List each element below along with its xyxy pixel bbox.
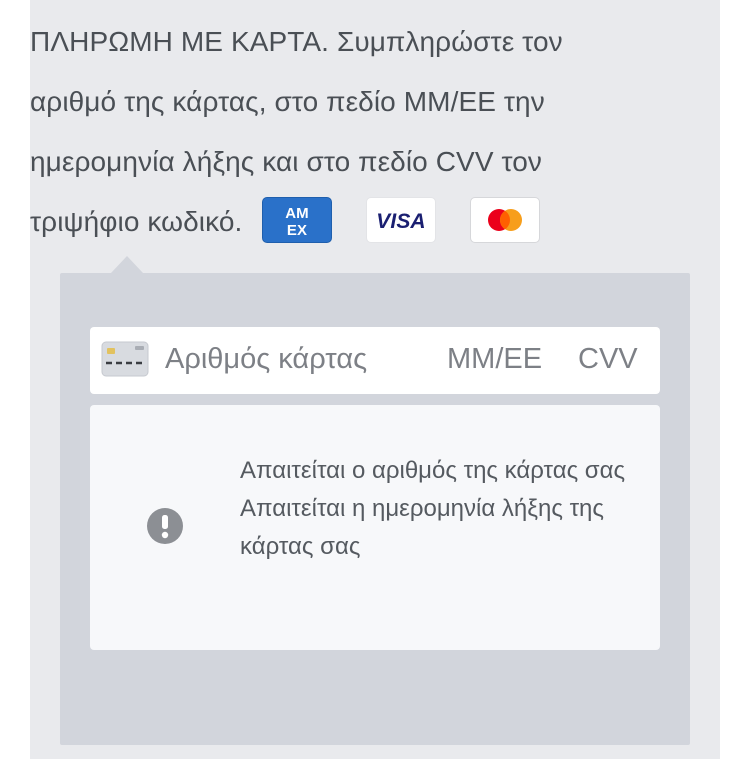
exclamation-circle-icon	[147, 508, 183, 549]
amex-logo-text-top: AM	[286, 205, 310, 222]
error-expiry-required: Απαιτείται η ημερομηνία λήξης της κάρτας…	[240, 495, 604, 560]
amex-logo-icon: AM EX	[262, 196, 333, 243]
amex-logo-text-bottom: EX	[287, 222, 307, 238]
visa-logo-text: VISA	[377, 210, 426, 232]
error-message-box: Απαιτείται ο αριθμός της κάρτας σας Απαι…	[90, 405, 660, 650]
expiry-date-field[interactable]: ΜΜ/ΕΕ	[447, 343, 542, 376]
card-number-field[interactable]: Αριθμός κάρτας	[165, 343, 367, 376]
accepted-cards: AM EX VISA	[262, 196, 541, 243]
visa-logo-icon: VISA	[366, 196, 437, 243]
credit-card-icon	[101, 341, 149, 382]
cvv-field[interactable]: CVV	[578, 343, 638, 376]
error-messages: Απαιτείται ο αριθμός της κάρτας σας Απαι…	[240, 452, 635, 566]
card-details-input[interactable]: Αριθμός κάρτας ΜΜ/ΕΕ CVV	[90, 327, 660, 394]
payment-instructions: ΠΛΗΡΩΜΗ ΜΕ ΚΑΡΤΑ. Συμπληρώστε τον αριθμό…	[30, 12, 630, 252]
form-pointer-arrow	[111, 256, 143, 273]
mastercard-logo-icon	[470, 196, 541, 243]
error-card-number-required: Απαιτείται ο αριθμός της κάρτας σας	[240, 457, 626, 484]
